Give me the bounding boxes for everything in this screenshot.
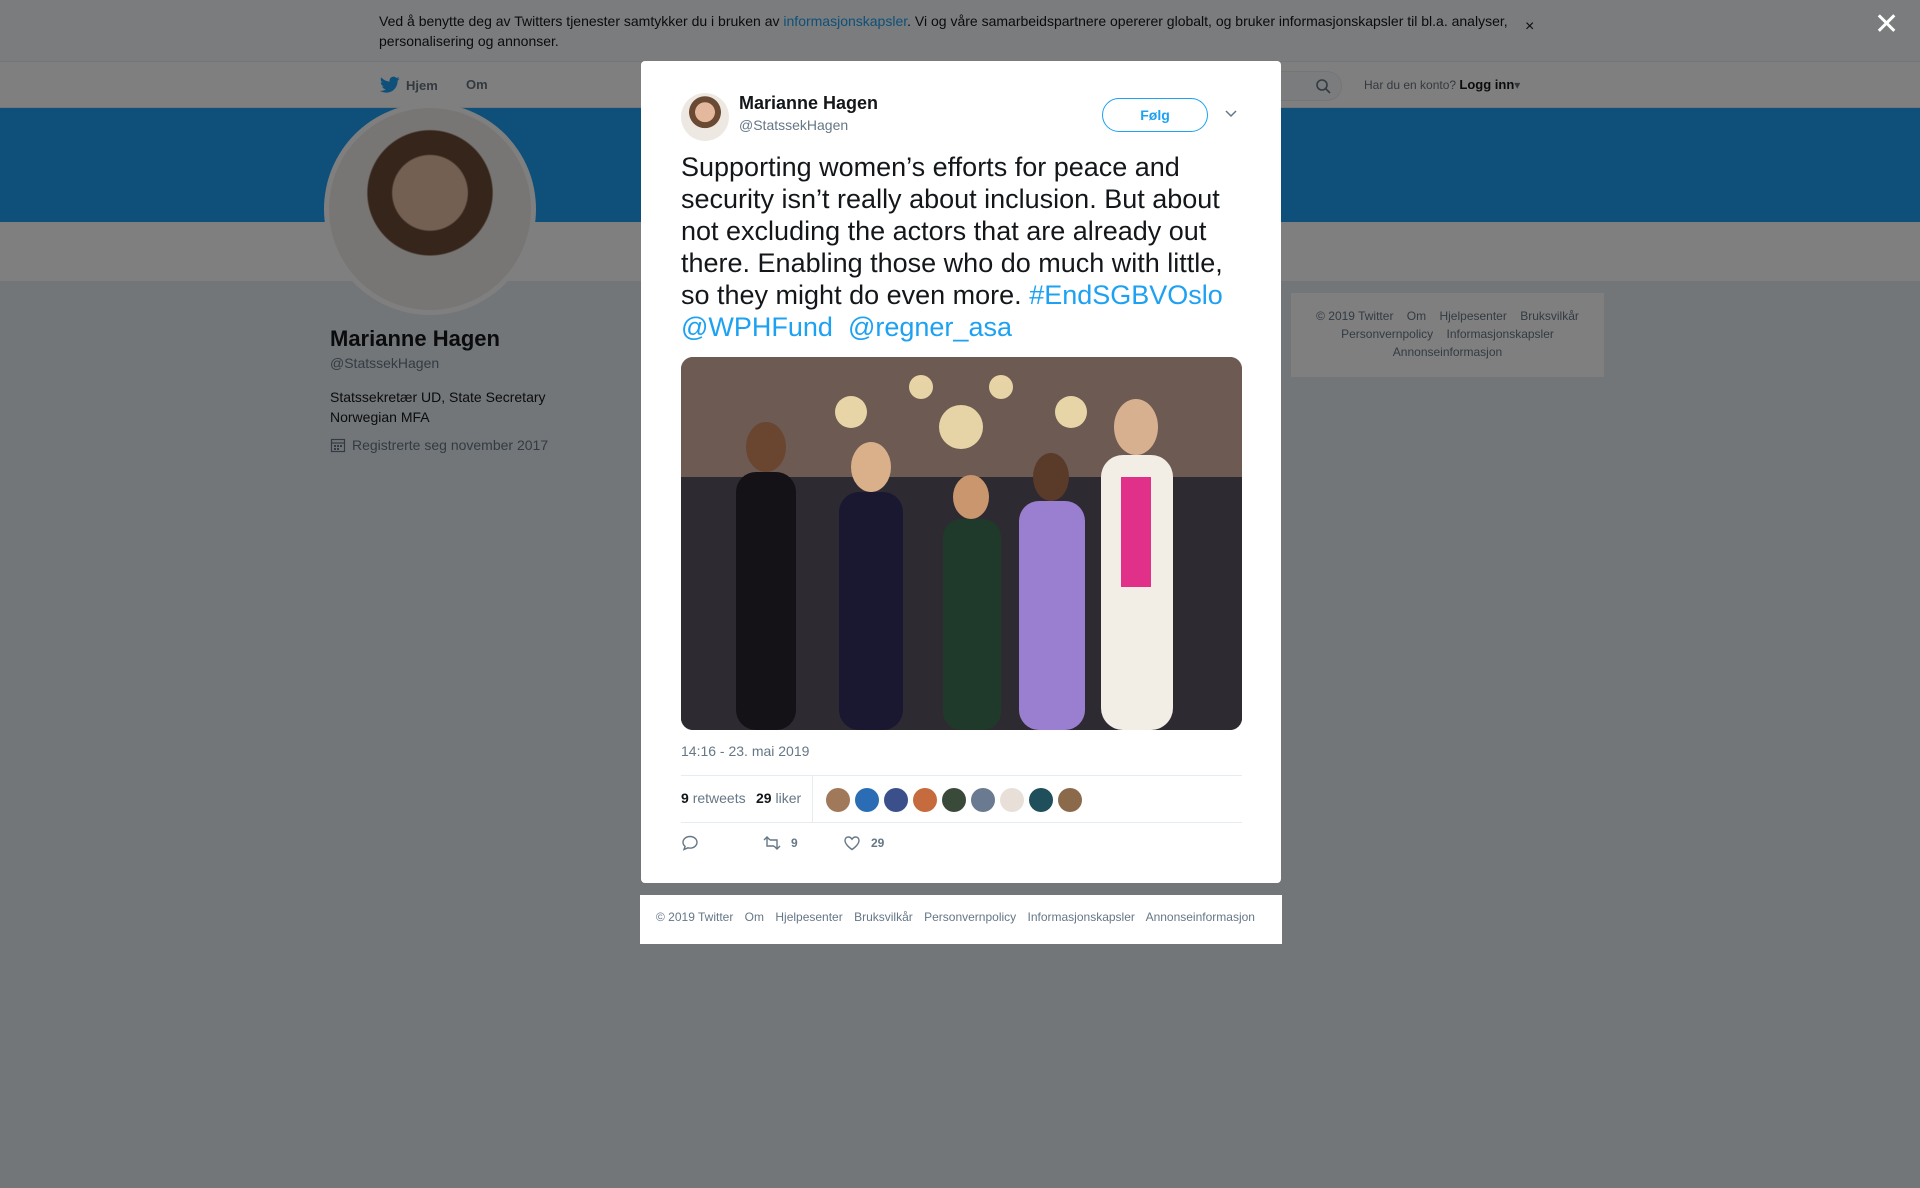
mention-link[interactable]: @WPHFund xyxy=(681,312,833,342)
modal-footer: © 2019 Twitter Om Hjelpesenter Bruksvilk… xyxy=(640,895,1282,944)
retweet-button[interactable]: 9 xyxy=(763,834,798,852)
author-handle[interactable]: @StatssekHagen xyxy=(739,117,848,133)
likes-stat[interactable]: 29 liker xyxy=(756,790,801,806)
chevron-down-icon[interactable] xyxy=(1224,106,1238,120)
hashtag-link[interactable]: #EndSGBVOslo xyxy=(1029,280,1223,310)
liker-avatar[interactable] xyxy=(942,788,966,812)
tweet-text: Supporting women’s efforts for peace and… xyxy=(681,152,1223,342)
liker-avatar[interactable] xyxy=(855,788,879,812)
footer-link[interactable]: Bruksvilkår xyxy=(854,910,913,924)
footer-link[interactable]: Informasjonskapsler xyxy=(1028,910,1135,924)
like-count: 29 xyxy=(871,836,885,850)
footer-link[interactable]: © 2019 Twitter xyxy=(656,910,733,924)
footer-link[interactable]: Hjelpesenter xyxy=(775,910,842,924)
follow-button[interactable]: Følg xyxy=(1102,98,1208,132)
liker-avatar[interactable] xyxy=(884,788,908,812)
reply-icon xyxy=(682,835,698,851)
tweet-stats: 9 retweets 29 liker xyxy=(681,775,1242,823)
liker-avatar[interactable] xyxy=(1058,788,1082,812)
stats-divider xyxy=(812,776,813,822)
tweet-timestamp[interactable]: 14:16 - 23. mai 2019 xyxy=(681,743,809,759)
liker-avatar[interactable] xyxy=(913,788,937,812)
retweet-count: 9 xyxy=(791,836,798,850)
retweet-icon xyxy=(763,836,781,850)
photo-illustration xyxy=(681,357,1242,730)
reply-button[interactable] xyxy=(681,834,699,852)
author-name[interactable]: Marianne Hagen xyxy=(739,93,878,114)
liker-avatar[interactable] xyxy=(1029,788,1053,812)
mention-link[interactable]: @regner_asa xyxy=(848,312,1012,342)
footer-link[interactable]: Annonseinformasjon xyxy=(1146,910,1255,924)
tweet-modal: Marianne Hagen @StatssekHagen Følg Suppo… xyxy=(641,61,1281,883)
liker-avatar[interactable] xyxy=(1000,788,1024,812)
retweets-stat[interactable]: 9 retweets xyxy=(681,790,746,806)
footer-link[interactable]: Om xyxy=(745,910,764,924)
tweet-photo[interactable] xyxy=(681,357,1242,730)
liker-avatar[interactable] xyxy=(971,788,995,812)
heart-icon xyxy=(844,836,860,851)
tweet-actions: 9 29 xyxy=(681,834,1242,858)
close-icon[interactable]: ✕ xyxy=(1874,10,1899,40)
author-avatar[interactable] xyxy=(681,93,729,141)
liker-avatar[interactable] xyxy=(826,788,850,812)
footer-link[interactable]: Personvernpolicy xyxy=(924,910,1016,924)
like-button[interactable]: 29 xyxy=(843,834,884,852)
